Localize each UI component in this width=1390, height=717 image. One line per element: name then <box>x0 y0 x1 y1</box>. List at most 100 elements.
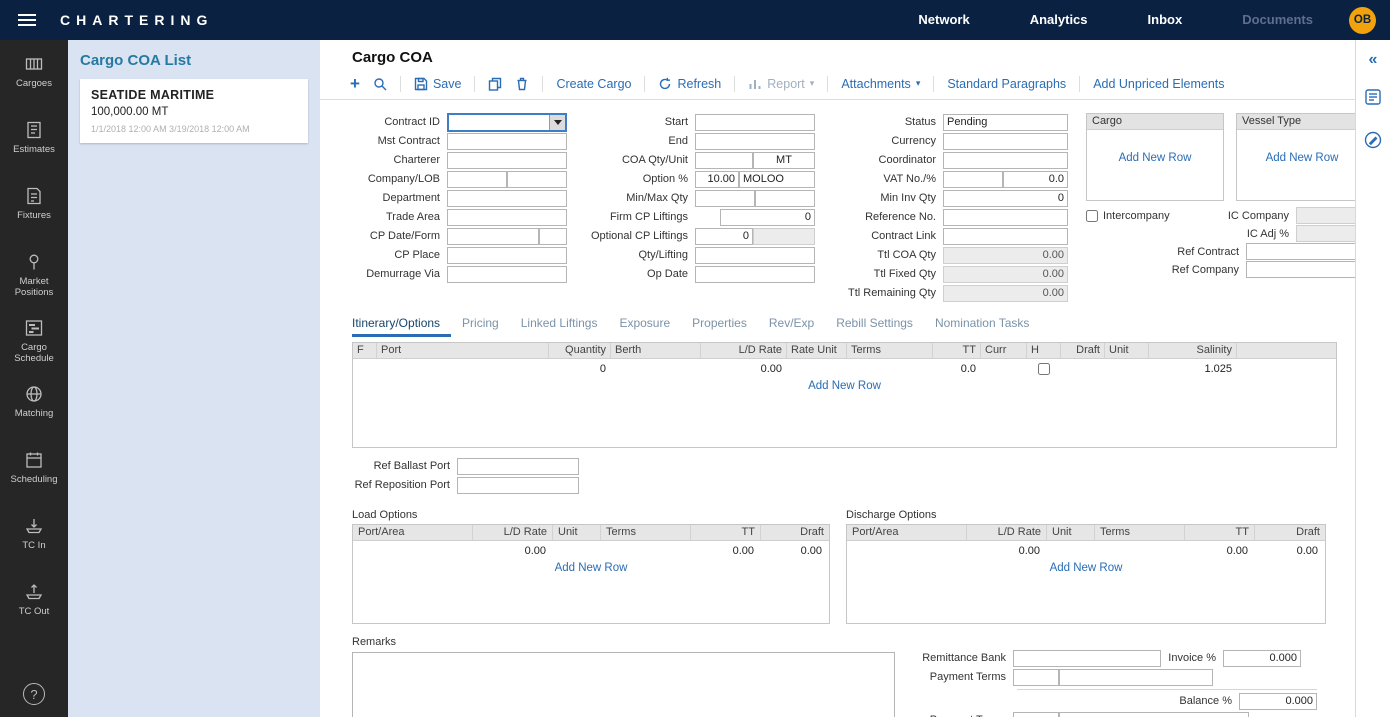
vat-no-input[interactable] <box>943 171 1003 188</box>
refresh-button[interactable]: Refresh <box>658 77 721 91</box>
save-button[interactable]: Save <box>414 77 462 91</box>
firm-cp-liftings-input[interactable] <box>720 209 815 226</box>
coa-unit-input[interactable] <box>753 152 815 169</box>
min-inv-qty-input[interactable] <box>943 190 1068 207</box>
ref-ballast-port-input[interactable] <box>457 458 579 475</box>
attachments-button[interactable]: Attachments ▾ <box>841 77 920 91</box>
load-options-add-new-row-link[interactable]: Add New Row <box>353 562 829 574</box>
tab-properties[interactable]: Properties <box>681 314 758 337</box>
optional-cp-liftings-input[interactable] <box>695 228 753 245</box>
cargo-add-new-row-link[interactable]: Add New Row <box>1087 152 1223 164</box>
sidebar-item-cargoes[interactable]: Cargoes <box>1 54 67 104</box>
itinerary-h-checkbox[interactable] <box>1038 363 1050 375</box>
tab-rev-exp[interactable]: Rev/Exp <box>758 314 825 337</box>
tab-rebill-settings[interactable]: Rebill Settings <box>825 314 924 337</box>
max-qty-input[interactable] <box>755 190 815 207</box>
report-button[interactable]: Report ▾ <box>748 77 814 91</box>
sidebar-item-cargo-schedule[interactable]: Cargo Schedule <box>1 318 67 368</box>
sidebar-item-market-positions[interactable]: Market Positions <box>1 252 67 302</box>
sidebar-item-scheduling[interactable]: Scheduling <box>1 450 67 500</box>
ref-reposition-port-input[interactable] <box>457 477 579 494</box>
option-pct-input[interactable] <box>695 171 739 188</box>
remittance-bank-input[interactable] <box>1013 650 1161 667</box>
collapse-panel-icon[interactable]: « <box>1369 52 1378 68</box>
payment-terms2-code-input[interactable] <box>1013 712 1059 717</box>
cp-form-input[interactable] <box>539 228 567 245</box>
sidebar-item-estimates[interactable]: Estimates <box>1 120 67 170</box>
remarks-section: Remarks <box>352 636 895 717</box>
user-avatar[interactable]: OB <box>1349 7 1376 34</box>
company-input[interactable] <box>447 171 507 188</box>
nav-documents: Documents <box>1212 0 1343 40</box>
intercompany-checkbox[interactable] <box>1086 210 1098 222</box>
ref-contract-input[interactable] <box>1246 243 1355 260</box>
create-cargo-button[interactable]: Create Cargo <box>556 77 631 91</box>
tab-exposure[interactable]: Exposure <box>608 314 681 337</box>
end-input[interactable] <box>695 133 815 150</box>
copy-button[interactable] <box>488 77 502 91</box>
contract-id-select[interactable] <box>447 113 567 132</box>
min-qty-input[interactable] <box>695 190 755 207</box>
delete-button[interactable] <box>515 77 529 91</box>
trade-area-input[interactable] <box>447 209 567 226</box>
coa-list-item[interactable]: SEATIDE MARITIME 100,000.00 MT 1/1/2018 … <box>80 79 308 143</box>
help-icon[interactable]: ? <box>23 683 45 705</box>
search-button[interactable] <box>373 77 387 91</box>
reference-no-input[interactable] <box>943 209 1068 226</box>
report-icon <box>748 77 762 91</box>
toolbar-separator <box>542 76 543 92</box>
standard-paragraphs-button[interactable]: Standard Paragraphs <box>947 77 1066 91</box>
load-options-row[interactable]: 0.00 0.00 0.00 <box>353 541 829 560</box>
itinerary-table-row[interactable]: 0 0.00 0.0 1.025 <box>353 359 1336 378</box>
charterer-input[interactable] <box>447 152 567 169</box>
remarks-textarea[interactable] <box>352 652 895 717</box>
tab-linked-liftings[interactable]: Linked Liftings <box>510 314 609 337</box>
cp-place-input[interactable] <box>447 247 567 264</box>
add-unpriced-elements-button[interactable]: Add Unpriced Elements <box>1093 77 1224 91</box>
lob-input[interactable] <box>507 171 567 188</box>
coa-qty-input[interactable] <box>695 152 753 169</box>
tab-pricing[interactable]: Pricing <box>451 314 510 337</box>
currency-input[interactable] <box>943 133 1068 150</box>
nav-inbox[interactable]: Inbox <box>1118 0 1213 40</box>
invoice-pct-input[interactable] <box>1223 650 1301 667</box>
tab-itinerary-options[interactable]: Itinerary/Options <box>352 314 451 337</box>
coordinator-input[interactable] <box>943 152 1068 169</box>
payment-terms-code-input[interactable] <box>1013 669 1059 686</box>
toolbar-separator <box>933 76 934 92</box>
option-type-input[interactable] <box>739 171 815 188</box>
cp-date-input[interactable] <box>447 228 539 245</box>
load-options-table: Port/Area L/D Rate Unit Terms TT Draft 0… <box>352 524 830 624</box>
op-date-input[interactable] <box>695 266 815 283</box>
department-input[interactable] <box>447 190 567 207</box>
discharge-options-row[interactable]: 0.00 0.00 0.00 <box>847 541 1325 560</box>
notes-panel-button[interactable] <box>1364 131 1382 154</box>
menu-icon[interactable] <box>0 0 54 40</box>
start-input[interactable] <box>695 114 815 131</box>
vessel-type-add-new-row-link[interactable]: Add New Row <box>1237 152 1355 164</box>
itinerary-add-new-row-link[interactable]: Add New Row <box>353 380 1336 392</box>
status-input[interactable] <box>943 114 1068 131</box>
add-button[interactable]: + <box>350 77 360 91</box>
vessel-type-grid-title: Vessel Type <box>1237 114 1355 130</box>
sidebar-item-matching[interactable]: Matching <box>1 384 67 434</box>
nav-network[interactable]: Network <box>888 0 999 40</box>
sidebar-item-fixtures[interactable]: Fixtures <box>1 186 67 236</box>
mst-contract-input[interactable] <box>447 133 567 150</box>
sidebar-item-tc-in[interactable]: TC In <box>1 516 67 566</box>
ref-company-input[interactable] <box>1246 261 1355 278</box>
tab-nomination-tasks[interactable]: Nomination Tasks <box>924 314 1041 337</box>
details-panel-button[interactable] <box>1364 88 1382 111</box>
payment-terms-desc-input[interactable] <box>1059 669 1213 686</box>
vat-pct-input[interactable] <box>1003 171 1068 188</box>
sidebar-item-tc-out[interactable]: TC Out <box>1 582 67 632</box>
payment-terms2-desc-input[interactable] <box>1059 712 1249 717</box>
nav-analytics[interactable]: Analytics <box>1000 0 1118 40</box>
discharge-options-add-new-row-link[interactable]: Add New Row <box>847 562 1325 574</box>
qty-lifting-input[interactable] <box>695 247 815 264</box>
cargo-grid-title: Cargo <box>1087 114 1223 130</box>
balance-pct-input[interactable] <box>1239 693 1317 710</box>
load-options-title: Load Options <box>352 509 830 521</box>
contract-link-input[interactable] <box>943 228 1068 245</box>
demurrage-via-input[interactable] <box>447 266 567 283</box>
